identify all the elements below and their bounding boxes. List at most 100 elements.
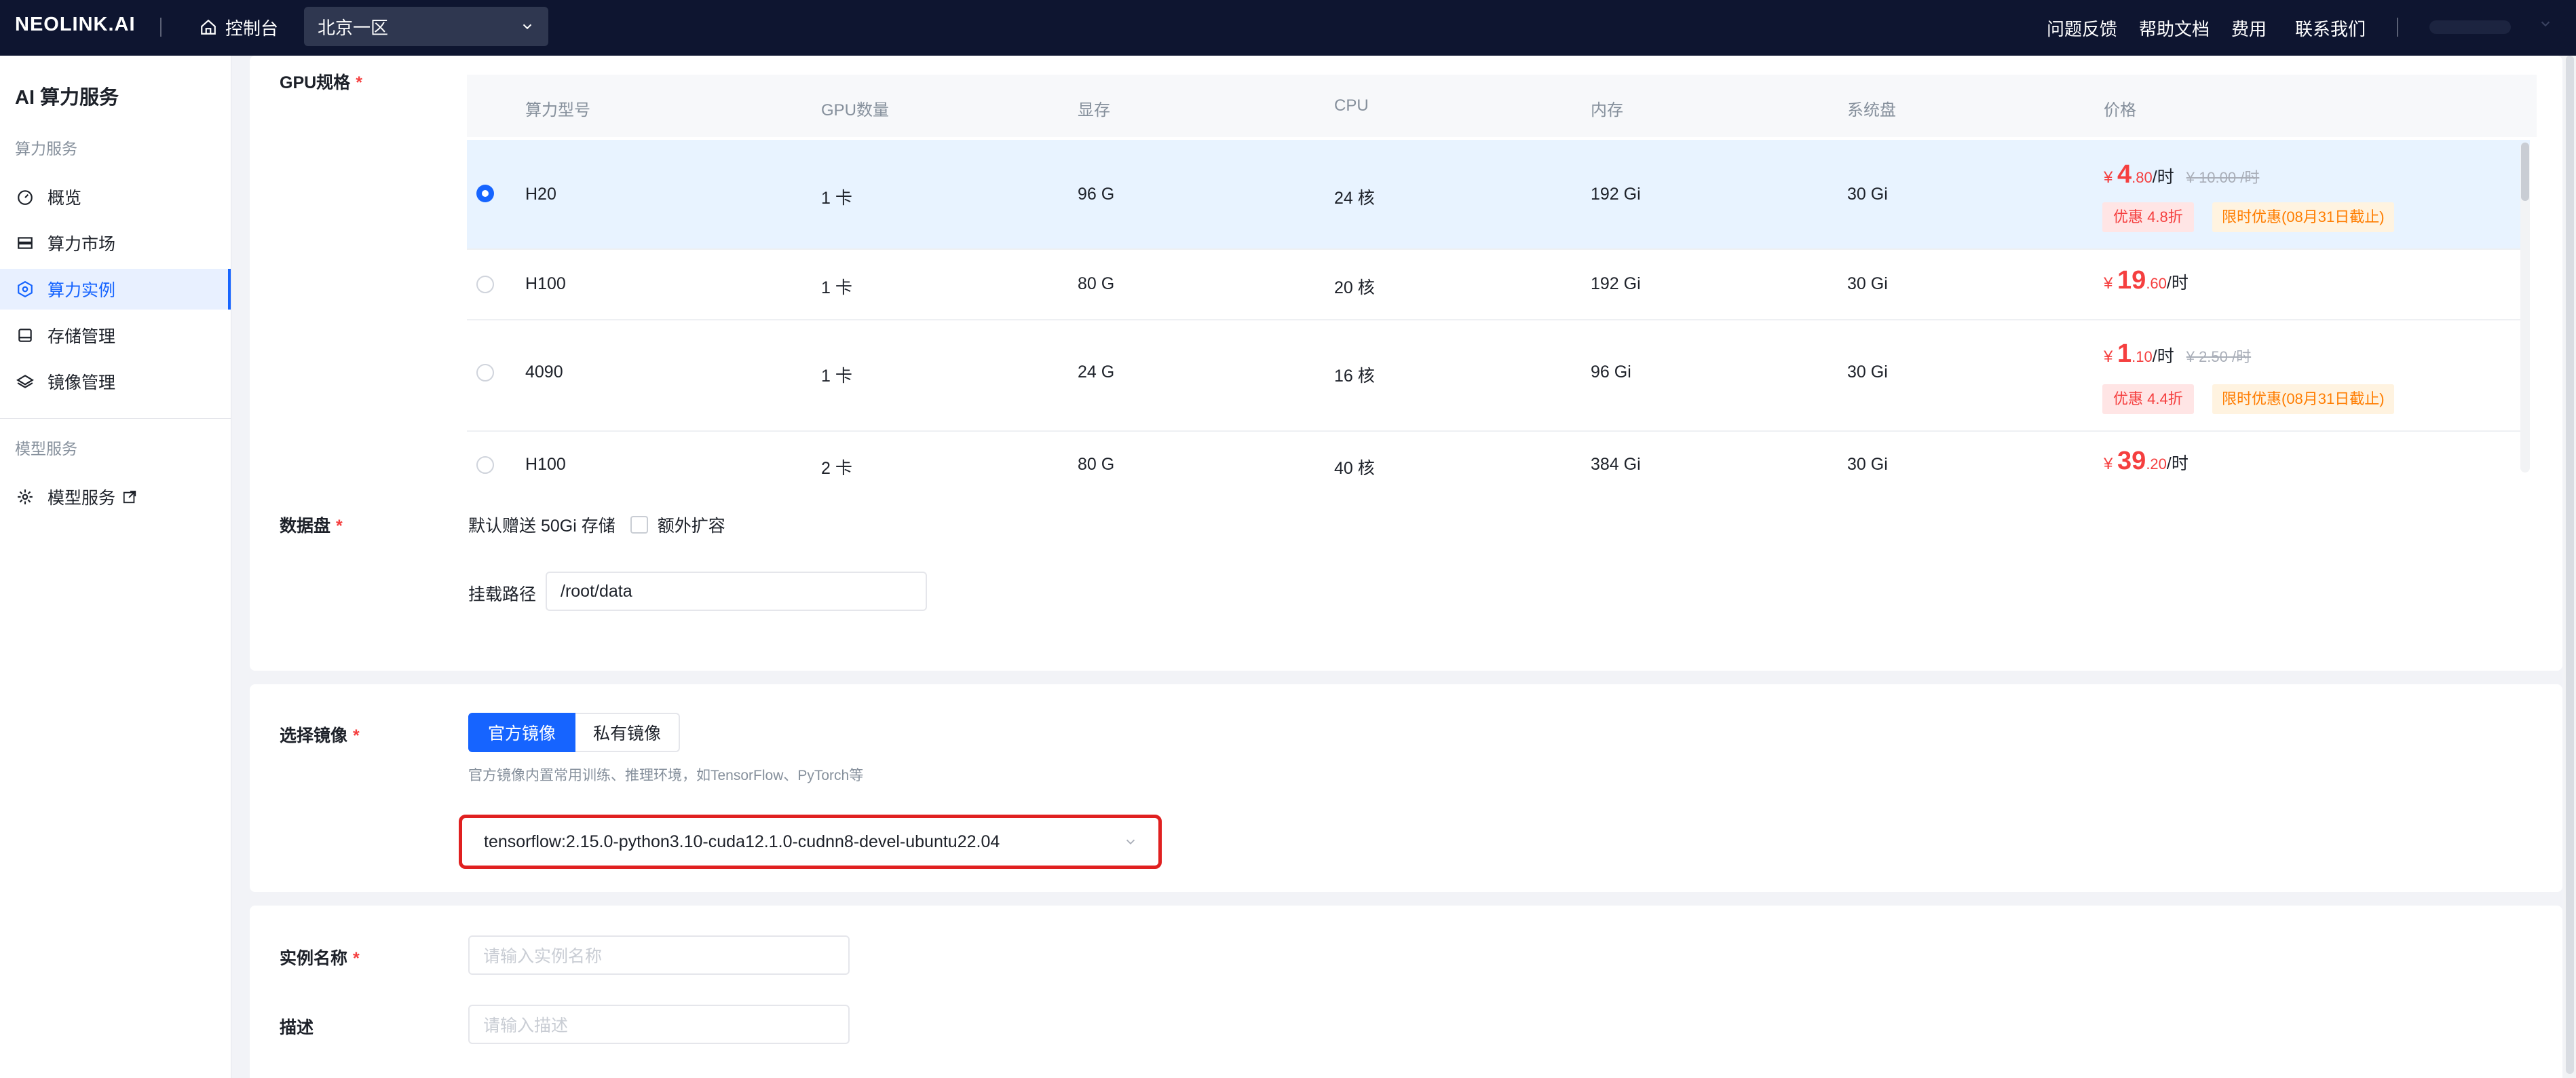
user-menu[interactable]: [2429, 20, 2511, 34]
cell-model: H100: [525, 274, 566, 293]
storage-icon: [18, 329, 32, 342]
instance-name-placeholder: 请输入实例名称: [483, 947, 603, 966]
nav-help-docs[interactable]: 帮助文档: [2139, 0, 2210, 56]
expand-label[interactable]: 额外扩容: [658, 513, 725, 537]
region-select[interactable]: 北京一区: [304, 7, 548, 46]
sidebar-group-compute: 算力服务: [15, 140, 77, 157]
mount-path-label: 挂载路径: [468, 585, 537, 604]
cell-gpu-count: 1 卡: [821, 367, 852, 386]
cell-cpu: 16 核: [1334, 367, 1375, 386]
divider: [160, 18, 162, 37]
column-gpu-count: GPU数量: [821, 101, 890, 119]
table-row[interactable]: H100 2 卡 80 G 40 核 384 Gi 30 Gi ¥ 39.20/…: [467, 430, 2530, 475]
console-link[interactable]: 控制台: [200, 12, 278, 42]
sidebar-item-market[interactable]: 算力市场: [0, 223, 231, 263]
instance-card: [250, 906, 2562, 1078]
discount-badge: 优惠 4.4折: [2102, 384, 2194, 414]
tab-private-images[interactable]: 私有镜像: [575, 713, 680, 752]
cell-model: 4090: [525, 363, 563, 382]
table-header: 算力型号 GPU数量 显存 CPU 内存 系统盘 价格: [467, 75, 2537, 137]
sidebar: AI 算力服务 算力服务 概览 算力市场 算力实例 存储管理 镜像管理 模型服务…: [0, 56, 231, 1078]
image-hint: 官方镜像内置常用训练、推理环境，如TensorFlow、PyTorch等: [468, 768, 864, 783]
chevron-down-icon: [1126, 839, 1135, 845]
column-vram: 显存: [1078, 101, 1110, 119]
data-disk-label: 数据盘 *: [280, 517, 343, 536]
column-system-disk: 系统盘: [1847, 101, 1896, 119]
mount-path-input[interactable]: /root/data: [546, 572, 927, 611]
gear-icon: [18, 280, 33, 298]
cell-system-disk: 30 Gi: [1847, 455, 1888, 474]
image-select[interactable]: tensorflow:2.15.0-python3.10-cuda12.1.0-…: [459, 815, 1162, 869]
image-label: 选择镜像 *: [280, 726, 360, 745]
gpu-spec-label: GPU规格 *: [280, 73, 362, 92]
cell-memory: 192 Gi: [1591, 274, 1641, 293]
cell-model: H100: [525, 455, 566, 474]
tab-official-images[interactable]: 官方镜像: [468, 713, 575, 752]
sidebar-item-instances[interactable]: 算力实例: [0, 269, 231, 310]
cell-system-disk: 30 Gi: [1847, 185, 1888, 204]
nav-contact[interactable]: 联系我们: [2295, 0, 2366, 56]
cell-vram: 24 G: [1078, 363, 1115, 382]
row-radio[interactable]: [476, 456, 494, 474]
settings-icon: [18, 489, 33, 504]
chevron-down-icon: [523, 24, 532, 30]
mount-path-value: /root/data: [561, 581, 632, 601]
console-label: 控制台: [225, 18, 279, 39]
column-cpu: CPU: [1334, 96, 1369, 115]
sidebar-item-model-service[interactable]: 模型服务: [0, 477, 231, 517]
sidebar-item-overview[interactable]: 概览: [0, 176, 231, 217]
cell-vram: 80 G: [1078, 455, 1115, 474]
cell-gpu-count: 1 卡: [821, 189, 852, 208]
cell-memory: 96 Gi: [1591, 363, 1631, 382]
table-scrollbar-thumb[interactable]: [2521, 143, 2529, 201]
image-select-value: tensorflow:2.15.0-python3.10-cuda12.1.0-…: [484, 832, 1000, 851]
chevron-down-icon[interactable]: [2538, 16, 2553, 31]
brand-logo[interactable]: NEOLINK.AI: [15, 14, 136, 36]
external-link-icon: [123, 490, 136, 504]
cell-vram: 80 G: [1078, 274, 1115, 293]
sidebar-item-label: 镜像管理: [48, 373, 116, 392]
nav-billing[interactable]: 费用: [2231, 0, 2267, 56]
row-radio[interactable]: [476, 185, 494, 202]
top-navbar: NEOLINK.AI 控制台 北京一区 问题反馈 帮助文档 费用 联系我们: [0, 0, 2576, 56]
instance-name-label: 实例名称 *: [280, 949, 360, 968]
description-placeholder: 请输入描述: [483, 1016, 569, 1035]
column-memory: 内存: [1591, 101, 1623, 119]
data-disk-default-text: 默认赠送 50Gi 存储: [468, 517, 615, 536]
page-scrollbar[interactable]: [2564, 56, 2576, 1078]
page-scrollbar-thumb[interactable]: [2566, 56, 2574, 1074]
nav-feedback[interactable]: 问题反馈: [2047, 0, 2117, 56]
sidebar-item-label: 概览: [48, 189, 82, 208]
cell-price: ¥ 1.10/时 ¥ 2.50 /时: [2104, 339, 2252, 368]
row-radio[interactable]: [476, 276, 494, 293]
cell-memory: 384 Gi: [1591, 455, 1641, 474]
cell-cpu: 40 核: [1334, 459, 1375, 475]
cell-memory: 192 Gi: [1591, 185, 1641, 204]
sidebar-item-label: 模型服务: [48, 489, 116, 508]
row-radio[interactable]: [476, 364, 494, 382]
gpu-spec-table: 算力型号 GPU数量 显存 CPU 内存 系统盘 价格 H20 1 卡 96 G…: [467, 75, 2537, 475]
sidebar-item-label: 算力市场: [48, 235, 116, 254]
discount-badge: 优惠 4.8折: [2102, 202, 2194, 232]
sidebar-item-label: 存储管理: [48, 327, 116, 346]
promo-badge: 限时优惠(08月31日截止): [2212, 384, 2394, 414]
expand-checkbox[interactable]: [630, 516, 648, 534]
sidebar-item-storage[interactable]: 存储管理: [0, 315, 231, 356]
cell-vram: 96 G: [1078, 185, 1115, 204]
table-row[interactable]: H100 1 卡 80 G 20 核 192 Gi 30 Gi ¥ 19.60/…: [467, 248, 2530, 320]
description-input[interactable]: 请输入描述: [468, 1005, 850, 1044]
table-row[interactable]: 4090 1 卡 24 G 16 核 96 Gi 30 Gi ¥ 1.10/时 ¥…: [467, 319, 2530, 432]
sidebar-group-model: 模型服务: [15, 440, 77, 458]
sidebar-item-images[interactable]: 镜像管理: [0, 361, 231, 402]
cell-cpu: 20 核: [1334, 278, 1375, 297]
home-icon: [201, 19, 216, 35]
cell-price: ¥ 39.20/时: [2104, 447, 2189, 475]
divider: [0, 418, 231, 419]
data-disk-default: 默认赠送 50Gi 存储 额外扩容: [468, 513, 725, 537]
description-label: 描述: [280, 1018, 314, 1037]
instance-name-input[interactable]: 请输入实例名称: [468, 935, 850, 975]
cell-gpu-count: 1 卡: [821, 278, 852, 297]
cell-model: H20: [525, 185, 556, 204]
table-row[interactable]: H20 1 卡 96 G 24 核 192 Gi 30 Gi ¥ 4.80/时 ¥…: [467, 140, 2530, 250]
cell-price: ¥ 4.80/时 ¥ 10.00 /时: [2104, 160, 2260, 189]
